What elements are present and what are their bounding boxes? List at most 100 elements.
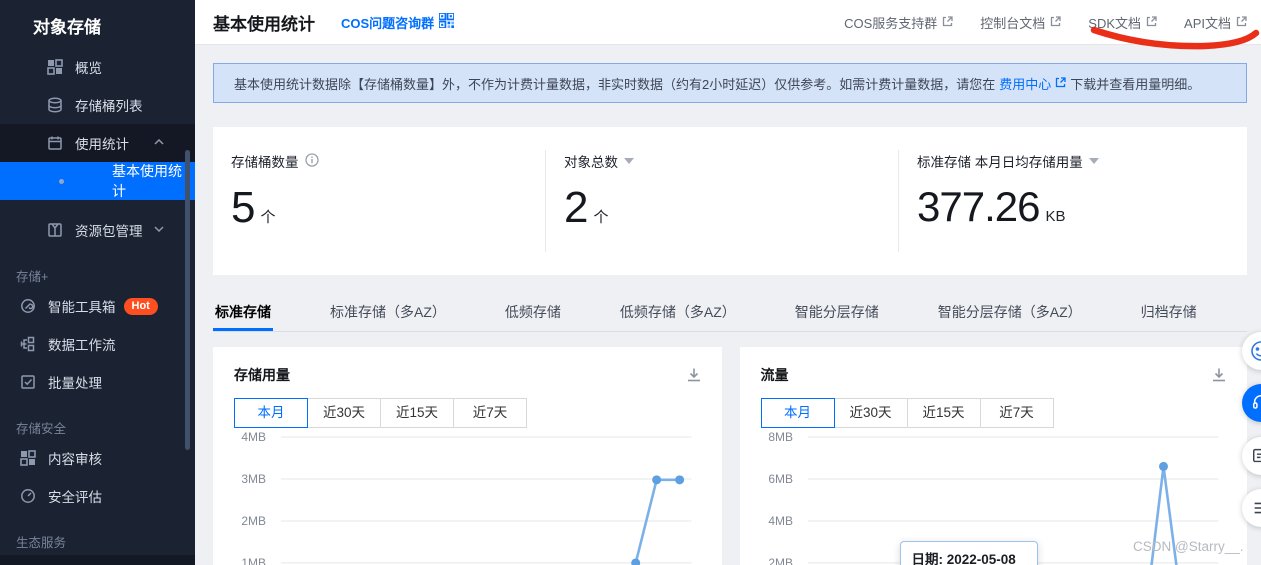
svg-text:2MB: 2MB: [241, 514, 266, 528]
tab-ia-storage-maz[interactable]: 低频存储（多AZ）: [618, 296, 738, 331]
info-banner: 基本使用统计数据除【存储桶数量】外，不作为计费计量数据，非实时数据（约有2小时延…: [213, 63, 1247, 103]
time-tab-30d[interactable]: 近30天: [833, 398, 908, 428]
sidebar-section-eco-services: 生态服务: [16, 536, 67, 550]
sidebar-item-bucket-list[interactable]: 存储桶列表: [0, 86, 195, 124]
time-tab-this-month[interactable]: 本月: [234, 398, 308, 428]
info-icon[interactable]: [304, 152, 319, 170]
storage-usage-line-chart: 4MB 3MB 2MB 1MB: [241, 430, 692, 565]
time-tab-30d[interactable]: 近30天: [307, 398, 381, 428]
smiley-icon: [1251, 341, 1261, 361]
sidebar-item-label: 智能工具箱: [48, 300, 116, 315]
qq-group-label: COS问题咨询群: [341, 15, 435, 31]
billing-center-link[interactable]: 费用中心: [999, 74, 1066, 93]
external-link-icon: [1146, 15, 1157, 30]
headset-icon: [1252, 394, 1261, 409]
sidebar-item-label: 资源包管理: [75, 224, 143, 239]
tab-standard-storage-maz[interactable]: 标准存储（多AZ）: [328, 296, 448, 331]
tooltip-date: 日期: 2022-05-08: [911, 552, 1016, 565]
toolbox-icon: [20, 298, 37, 315]
svg-text:4MB: 4MB: [768, 514, 793, 528]
link-label: SDK文档: [1088, 15, 1142, 31]
link-label: COS服务支持群: [844, 15, 938, 31]
app-title: 对象存储: [33, 18, 101, 37]
sidebar-section-storage-security: 存储安全: [16, 422, 67, 436]
batch-checkbox-icon: [20, 374, 37, 391]
external-link-icon: [1050, 15, 1061, 30]
stat-label: 标准存储 本月日均存储用量: [917, 155, 1083, 170]
cos-support-group-link[interactable]: COS服务支持群: [844, 13, 953, 32]
stat-bucket-count: 存储桶数量 5个: [213, 127, 545, 275]
dropdown-caret-icon[interactable]: [1088, 158, 1099, 164]
sidebar-item-content-audit[interactable]: 内容审核: [0, 439, 195, 477]
sidebar-item-label: 批量处理: [48, 376, 102, 391]
storage-class-tabs: 标准存储 标准存储（多AZ） 低频存储 低频存储（多AZ） 智能分层存储 智能分…: [213, 296, 1247, 332]
svg-text:6MB: 6MB: [768, 472, 793, 486]
overview-grid-icon: [47, 58, 64, 76]
qr-code-icon: [438, 12, 456, 31]
stat-label: 对象总数: [564, 155, 618, 170]
sidebar-item-label: 存储桶列表: [75, 99, 143, 114]
sidebar-item-basic-usage-stats[interactable]: 基本使用统计: [0, 162, 195, 200]
console-docs-link[interactable]: 控制台文档: [980, 13, 1061, 32]
time-tab-7d[interactable]: 近7天: [979, 398, 1054, 428]
sidebar-bottom-strip: [0, 555, 195, 565]
bullet-dot-icon: [59, 179, 64, 184]
sidebar-item-smart-toolbox[interactable]: 智能工具箱 Hot: [0, 287, 195, 325]
chart-tooltip: 日期: 2022-05-08 外网下行流量: [899, 541, 1038, 565]
stat-object-count: 对象总数 2个: [546, 127, 898, 275]
summary-stats-card: 存储桶数量 5个 对象总数 2个 标准存储 本月日均存储用量 377.26 KB: [213, 127, 1247, 275]
tab-standard-storage[interactable]: 标准存储: [213, 296, 273, 331]
sidebar-item-data-workflow[interactable]: 数据工作流: [0, 325, 195, 363]
traffic-line-chart: 8MB 6MB 4MB 2MB: [768, 430, 1219, 565]
sidebar-item-label: 安全评估: [48, 490, 102, 505]
cos-qq-group-link[interactable]: COS问题咨询群: [341, 12, 456, 32]
sidebar-scrollbar[interactable]: [185, 150, 190, 450]
sdk-docs-link[interactable]: SDK文档: [1088, 13, 1157, 32]
sidebar-item-overview[interactable]: 概览: [0, 48, 195, 86]
stat-value: 5个: [231, 183, 276, 232]
external-link-icon: [1236, 15, 1247, 30]
sidebar-item-label: 概览: [75, 61, 102, 76]
tab-intelligent-tiering[interactable]: 智能分层存储: [793, 296, 881, 331]
api-docs-link[interactable]: API文档: [1184, 13, 1247, 32]
time-tab-15d[interactable]: 近15天: [906, 398, 981, 428]
main-content: 基本使用统计数据除【存储桶数量】外，不作为计费计量数据，非实时数据（约有2小时延…: [195, 45, 1261, 565]
tab-intelligent-tiering-maz[interactable]: 智能分层存储（多AZ）: [936, 296, 1084, 331]
sidebar-item-label: 内容审核: [48, 452, 102, 467]
sidebar-item-usage-stats[interactable]: 使用统计: [0, 124, 195, 162]
sidebar: 对象存储 概览 存储桶列表 使用统计 基本使用统计 资源包管理 存储+ 智能工具…: [0, 0, 195, 565]
time-tab-7d[interactable]: 近7天: [453, 398, 527, 428]
content-audit-grid-icon: [20, 449, 37, 467]
dropdown-caret-icon[interactable]: [624, 158, 634, 164]
svg-text:3MB: 3MB: [241, 472, 266, 486]
svg-text:8MB: 8MB: [768, 430, 793, 444]
resource-pack-icon: [47, 222, 64, 239]
storage-usage-panel: 存储用量 本月 近30天 近15天 近7天 4MB 3MB 2MB 1MB: [213, 347, 722, 565]
traffic-panel: 流量 本月 近30天 近15天 近7天 8MB 6MB 4MB 2MB 日期: 202…: [739, 347, 1247, 565]
time-range-tabs: 本月 近30天 近15天 近7天: [234, 398, 527, 428]
sidebar-item-resource-pack[interactable]: 资源包管理: [0, 211, 195, 249]
gauge-icon: [20, 488, 37, 505]
sidebar-section-storage-plus: 存储+: [16, 270, 49, 284]
sidebar-item-security-eval[interactable]: 安全评估: [0, 477, 195, 515]
chevron-down-icon: [154, 225, 164, 235]
sidebar-item-label: 基本使用统计: [112, 163, 182, 199]
time-tab-15d[interactable]: 近15天: [380, 398, 454, 428]
page: 对象存储 概览 存储桶列表 使用统计 基本使用统计 资源包管理 存储+ 智能工具…: [0, 0, 1261, 565]
charts-row: 存储用量 本月 近30天 近15天 近7天 4MB3MB2MB1MB 流量: [213, 347, 1247, 565]
list-icon: [1254, 502, 1261, 514]
stat-standard-storage-usage: 标准存储 本月日均存储用量 377.26 KB: [899, 127, 1247, 275]
hot-badge: Hot: [123, 297, 158, 315]
time-range-tabs: 本月 近30天 近15天 近7天: [760, 398, 1054, 428]
page-header: 基本使用统计 COS问题咨询群 COS服务支持群 控制台文档 SDK文档 API…: [195, 0, 1261, 45]
tab-archive-storage[interactable]: 归档存储: [1139, 296, 1199, 331]
sidebar-item-batch-process[interactable]: 批量处理: [0, 363, 195, 401]
feedback-pencil-icon: [1253, 448, 1261, 463]
workflow-icon: [20, 336, 37, 353]
time-tab-this-month[interactable]: 本月: [760, 398, 835, 428]
page-title: 基本使用统计: [213, 14, 315, 34]
stat-label: 存储桶数量: [231, 155, 299, 170]
tab-ia-storage[interactable]: 低频存储: [503, 296, 563, 331]
sidebar-item-label: 使用统计: [75, 137, 129, 152]
external-link-icon: [1055, 76, 1066, 91]
